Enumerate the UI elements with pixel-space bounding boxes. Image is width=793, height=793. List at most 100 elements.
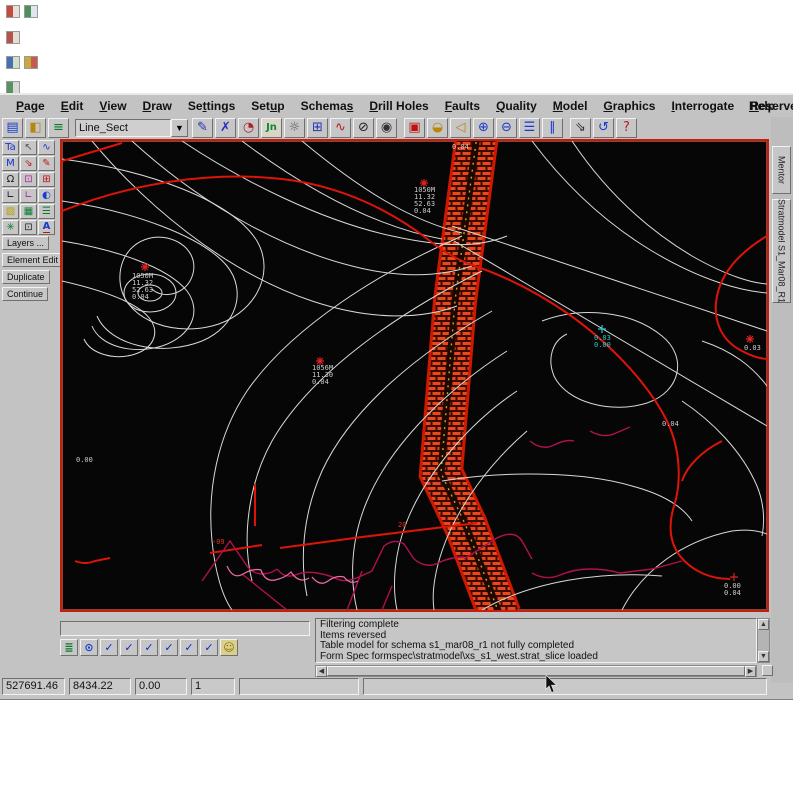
confirm-toggle-5[interactable]: ✓: [180, 639, 198, 656]
corner-dashed-tool[interactable]: ∟: [20, 188, 37, 203]
zoom-in-button[interactable]: ⊕: [473, 118, 494, 138]
contour-map-graphic: [62, 141, 767, 610]
confirm-toggle-4[interactable]: ✓: [160, 639, 178, 656]
message-line: Form Spec formspec\stratmodel\xs_s1_west…: [320, 652, 752, 663]
snowflake-tool[interactable]: ✳: [2, 220, 19, 235]
menu-view[interactable]: View: [91, 97, 134, 115]
new-page-button[interactable]: ▤: [2, 118, 23, 138]
pointer-button[interactable]: ⇘: [570, 118, 591, 138]
hatch-tool[interactable]: ▨: [2, 204, 19, 219]
menu-faults[interactable]: Faults: [437, 97, 488, 115]
menu-help[interactable]: Help: [741, 97, 783, 115]
plot-disks-button[interactable]: ≣: [60, 639, 78, 656]
message-horizontal-scrollbar[interactable]: ◀ ▶: [315, 665, 757, 677]
fill-bucket-button[interactable]: ◒: [427, 118, 448, 138]
snowflake-tool-icon: ✳: [6, 223, 14, 233]
command-input[interactable]: [60, 621, 310, 636]
minimized-window-icon-3[interactable]: [6, 31, 20, 44]
image-icon: ▣: [408, 121, 420, 134]
text-tool[interactable]: Ta: [2, 140, 19, 155]
layers-bars-tool[interactable]: ☰: [38, 204, 55, 219]
corner-line-tool[interactable]: ∟: [2, 188, 19, 203]
map-canvas[interactable]: 0.041050M11.3252.630.041050M11.3252.630.…: [60, 139, 769, 612]
menu-setup[interactable]: Setup: [243, 97, 292, 115]
menu-quality[interactable]: Quality: [488, 97, 545, 115]
table-tool[interactable]: ▦: [20, 204, 37, 219]
select-tool-icon: ↖: [24, 143, 32, 153]
paste-special-tool[interactable]: ⊞: [38, 172, 55, 187]
edit-pencil-button[interactable]: ✎: [192, 118, 213, 138]
brush-button[interactable]: ∿: [330, 118, 351, 138]
polyline-tool[interactable]: ∿: [38, 140, 55, 155]
edit-line-tool[interactable]: ✎: [38, 156, 55, 171]
scroll-right-icon[interactable]: ▶: [745, 666, 756, 677]
context-help-button[interactable]: ?: [616, 118, 637, 138]
confirm-icon: ✓: [144, 642, 153, 653]
confirm-toggle-6[interactable]: ✓: [200, 639, 218, 656]
stamp-tool[interactable]: Ω: [2, 172, 19, 187]
confirm-toggle-2[interactable]: ✓: [120, 639, 138, 656]
layers-button[interactable]: Layers ...: [2, 236, 49, 250]
split-vertical-button[interactable]: ∥: [542, 118, 563, 138]
annotate-tool[interactable]: A: [38, 220, 55, 235]
stratmodel-tab[interactable]: Stratmodel S1_Mar08_R1: [772, 199, 791, 303]
section-combo[interactable]: Line_Sect▼: [75, 119, 188, 137]
scroll-up-icon[interactable]: ▲: [758, 619, 769, 630]
announce-button[interactable]: ◁: [450, 118, 471, 138]
corner-line-tool-icon: ∟: [6, 191, 14, 201]
status-field-5: [239, 678, 359, 695]
continue-button[interactable]: Continue: [2, 287, 48, 301]
confirm-toggle-1[interactable]: ✓: [100, 639, 118, 656]
menu-graphics[interactable]: Graphics: [595, 97, 663, 115]
zoom-out-button[interactable]: ⊖: [496, 118, 517, 138]
menu-drill-holes[interactable]: Drill Holes: [361, 97, 436, 115]
move-into-tool[interactable]: ⇘: [20, 156, 37, 171]
menu-interrogate[interactable]: Interrogate: [663, 97, 742, 115]
minimized-window-icon-4[interactable]: [6, 56, 20, 69]
visibility-eye-button[interactable]: ◉: [376, 118, 397, 138]
image-plus-tool[interactable]: ⊡: [20, 220, 37, 235]
resize-grip[interactable]: [762, 665, 773, 676]
query-bulb-button[interactable]: ☼: [284, 118, 305, 138]
scroll-left-icon[interactable]: ◀: [316, 666, 327, 677]
menu-schemas[interactable]: Schemas: [293, 97, 362, 115]
scrollbar-thumb[interactable]: [327, 666, 745, 676]
message-vertical-scrollbar[interactable]: ▲ ▼: [757, 618, 770, 663]
menu-draw[interactable]: Draw: [135, 97, 180, 115]
smiley-window-button[interactable]: ☺: [220, 639, 238, 656]
grid-view-button[interactable]: ⊞: [307, 118, 328, 138]
brush-icon: ∿: [335, 121, 346, 134]
save-button[interactable]: ≡: [48, 118, 69, 138]
split-horizontal-button[interactable]: ☰: [519, 118, 540, 138]
history-clock-button[interactable]: ◔: [238, 118, 259, 138]
polygon-fill-tool[interactable]: M: [2, 156, 19, 171]
preview-page-button[interactable]: ⊙: [80, 639, 98, 656]
minimized-window-icon-5[interactable]: [24, 56, 38, 69]
minimized-window-icon-2[interactable]: [24, 5, 38, 18]
section-combo-value[interactable]: Line_Sect: [75, 119, 171, 137]
open-icon: ◧: [29, 121, 41, 134]
mentor-tab[interactable]: Mentor: [772, 146, 791, 194]
image-button[interactable]: ▣: [404, 118, 425, 138]
duplicate-button[interactable]: Duplicate: [2, 270, 50, 284]
minimized-window-icon-1[interactable]: [6, 5, 20, 18]
scroll-down-icon[interactable]: ▼: [758, 651, 769, 662]
mentor-tab-label: Mentor: [777, 156, 787, 184]
open-button[interactable]: ◧: [25, 118, 46, 138]
confirm-icon: ✓: [164, 642, 173, 653]
join-button[interactable]: Jn: [261, 118, 282, 138]
save-icon: ≡: [53, 121, 64, 134]
no-select-button[interactable]: ⊘: [353, 118, 374, 138]
select-tool[interactable]: ↖: [20, 140, 37, 155]
confirm-toggle-3[interactable]: ✓: [140, 639, 158, 656]
message-area[interactable]: Filtering completeItems reversedTable mo…: [315, 618, 757, 663]
combo-dropdown-icon[interactable]: ▼: [171, 119, 188, 137]
menu-edit[interactable]: Edit: [53, 97, 92, 115]
menu-model[interactable]: Model: [545, 97, 596, 115]
globe-tool[interactable]: ◐: [38, 188, 55, 203]
menu-page[interactable]: Page: [8, 97, 53, 115]
undo-button[interactable]: ↺: [593, 118, 614, 138]
delete-cut-button[interactable]: ✗: [215, 118, 236, 138]
copy-tool[interactable]: ⊡: [20, 172, 37, 187]
menu-settings[interactable]: Settings: [180, 97, 243, 115]
